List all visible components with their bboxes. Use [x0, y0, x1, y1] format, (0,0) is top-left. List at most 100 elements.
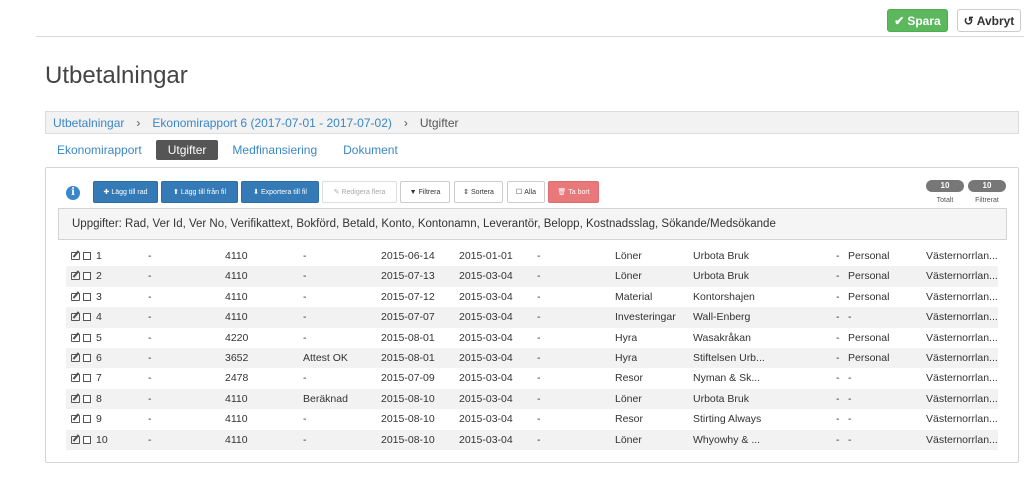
cell-kostnadsslag: - [848, 392, 852, 405]
row-checkbox[interactable] [83, 333, 91, 342]
cell-sokande: Västernorrlan... [926, 311, 998, 324]
row-checkbox[interactable] [83, 415, 91, 424]
filter-button[interactable]: ▼ Filtrera [400, 181, 450, 203]
cell-ver-no: 3652 [225, 351, 249, 364]
edit-icon[interactable] [71, 435, 80, 444]
row-actions [71, 313, 91, 322]
table-row[interactable]: 4 - 4110 - 2015-07-07 2015-03-04 - Investeringa… [66, 307, 998, 328]
add-from-file-button[interactable]: ⬆ Lägg till från fil [161, 181, 238, 203]
edit-icon[interactable] [71, 374, 80, 383]
cell-leverantor: Urbota Bruk [693, 250, 750, 262]
table-row[interactable]: 7 - 2478 - 2015-07-09 2015-03-04 - Resor Nyman &… [66, 368, 998, 388]
info-icon[interactable]: i [66, 186, 80, 200]
cell-kostnadsslag: Personal [848, 250, 890, 262]
table-row[interactable]: 6 - 3652 Attest OK 2015-08-01 2015-03-04 - Hyra… [66, 347, 998, 369]
cell-text: - [303, 270, 307, 283]
cell-betald: 2015-01-01 [459, 250, 513, 262]
edit-icon[interactable] [71, 292, 80, 301]
save-button[interactable]: ✔ Spara [887, 9, 948, 32]
cell-leverantor: Stiftelsen Urb... [693, 351, 765, 364]
cell-belopp: - [836, 433, 840, 446]
cell-ver-no: 4110 [225, 290, 248, 303]
cancel-button[interactable]: ↺ Avbryt [957, 9, 1021, 32]
delete-button[interactable]: 🗑 Ta bort [548, 181, 599, 203]
save-button-label: Spara [907, 13, 941, 28]
cell-kontonamn: Resor [615, 413, 644, 426]
cell-ver-id: - [148, 270, 152, 283]
top-divider [36, 36, 1024, 37]
cell-sokande: Västernorrlan... [926, 392, 998, 405]
sort-button[interactable]: ⇕ Sortera [454, 181, 503, 203]
add-row-button[interactable]: ✚ Lägg till rad [93, 181, 158, 203]
breadcrumb-report-link[interactable]: Ekonomirapport 6 (2017-07-01 - 2017-07-0… [152, 116, 391, 130]
cell-rad: 2 [96, 270, 102, 283]
row-checkbox[interactable] [83, 394, 91, 403]
cell-belopp: - [836, 290, 840, 303]
total-count-label: Totalt [936, 197, 954, 204]
cell-rad: 8 [96, 392, 102, 405]
select-all-button[interactable]: ☐ Alla [507, 181, 545, 203]
edit-icon[interactable] [71, 252, 80, 260]
row-checkbox[interactable] [83, 272, 91, 281]
add-from-file-label: Lägg till från fil [180, 188, 226, 196]
row-checkbox[interactable] [83, 313, 91, 322]
row-checkbox[interactable] [83, 353, 91, 362]
row-checkbox[interactable] [83, 435, 91, 444]
cell-bokford: 2015-07-09 [381, 372, 435, 385]
cell-bokford: 2015-06-14 [381, 250, 435, 262]
cell-konto: - [537, 290, 541, 303]
cell-text: - [303, 331, 307, 344]
table-row[interactable]: 1 - 4110 - 2015-06-14 2015-01-01 - Löner Urbota … [66, 246, 998, 266]
table-row[interactable]: 3 - 4110 - 2015-07-12 2015-03-04 - Material Kont… [66, 287, 998, 307]
row-actions [71, 435, 91, 444]
cell-ver-no: 4110 [225, 311, 248, 324]
row-checkbox[interactable] [83, 292, 91, 301]
cell-belopp: - [836, 311, 840, 324]
edit-icon[interactable] [71, 272, 80, 281]
select-all-label: Alla [524, 188, 536, 196]
edit-icon[interactable] [71, 333, 80, 342]
cell-konto: - [537, 372, 541, 385]
checkbox-icon: ☐ [516, 189, 523, 196]
cell-bokford: 2015-08-10 [381, 433, 435, 446]
row-checkbox[interactable] [83, 252, 91, 260]
cell-belopp: - [836, 270, 840, 283]
table-row[interactable]: 8 - 4110 Beräknad 2015-08-10 2015-03-04 - Löner… [66, 388, 998, 410]
cell-kontonamn: Löner [615, 250, 642, 262]
tab-medfinansiering[interactable]: Medfinansiering [220, 140, 329, 160]
edit-icon[interactable] [71, 415, 80, 424]
row-checkbox[interactable] [83, 374, 91, 383]
export-to-file-button[interactable]: ⬇ Exportera till fil [241, 181, 319, 203]
cell-bokford: 2015-08-01 [381, 331, 435, 344]
tab-ekonomirapport[interactable]: Ekonomirapport [45, 140, 154, 160]
cell-kostnadsslag: - [848, 372, 852, 385]
edit-icon[interactable] [71, 353, 80, 362]
breadcrumb-root-link[interactable]: Utbetalningar [53, 116, 124, 130]
filter-icon: ▼ [409, 188, 417, 196]
cell-rad: 3 [96, 290, 102, 303]
cell-text: - [303, 413, 307, 426]
tab-dokument[interactable]: Dokument [331, 140, 410, 160]
cancel-button-label: Avbryt [976, 13, 1015, 28]
table-row[interactable]: 9 - 4110 - 2015-08-10 2015-03-04 - Resor Stirtin… [66, 409, 998, 429]
cell-leverantor: Whyowhy & ... [693, 433, 761, 446]
cell-rad: 1 [96, 250, 102, 262]
cell-konto: - [537, 270, 541, 283]
page-title: Utbetalningar [45, 62, 188, 89]
table-row[interactable]: 5 - 4220 - 2015-08-01 2015-03-04 - Hyra Wasakråk… [66, 328, 998, 348]
cell-kostnadsslag: Personal [848, 351, 890, 364]
cell-ver-id: - [148, 250, 152, 262]
table-row[interactable]: 2 - 4110 - 2015-07-13 2015-03-04 - Löner Urbota … [66, 266, 998, 287]
cell-ver-no: 4110 [225, 270, 248, 283]
undo-icon: ↺ [963, 13, 974, 28]
table-row[interactable]: 10 - 4110 - 2015-08-10 2015-03-04 - Löner Whyowh… [66, 429, 998, 450]
cell-bokford: 2015-07-07 [381, 311, 435, 324]
tab-utgifter[interactable]: Utgifter [155, 140, 219, 160]
row-actions [71, 353, 91, 362]
plus-icon: ✚ [103, 189, 110, 196]
check-icon: ✔ [894, 13, 905, 28]
edit-icon[interactable] [71, 394, 80, 403]
edit-multiple-button[interactable]: ✎ Redigera flera [322, 181, 397, 203]
edit-icon[interactable] [71, 313, 80, 322]
total-count-badge: 10 [926, 180, 964, 192]
